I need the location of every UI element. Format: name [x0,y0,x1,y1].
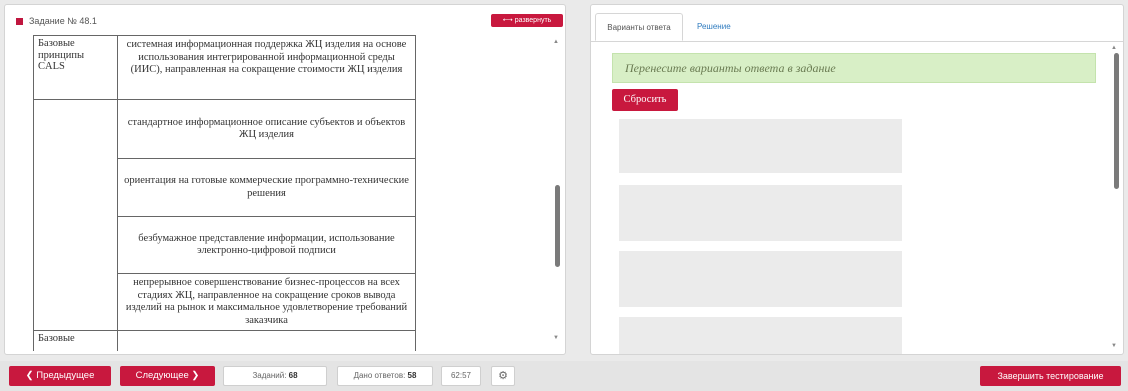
table-cell-category [33,273,118,331]
scroll-up-icon[interactable]: ▲ [1111,45,1117,51]
table-cell-category [33,216,118,274]
previous-button-label: Предыдущее [36,370,95,381]
tasks-counter-value: 68 [288,371,298,380]
answers-counter: Дано ответов: 58 [337,366,433,386]
next-button-label: Следующее [135,370,189,381]
task-header: Задание № 48.1 ⟷ развернуть [5,5,565,33]
table-cell-category: Базовые [33,330,118,351]
table-cell-category [33,99,118,159]
task-table: Базовые принципы CALS системная информац… [33,35,416,351]
table-row: непрерывное совершенствование бизнес-про… [33,273,416,331]
tasks-counter: Заданий: 68 [223,366,327,386]
answer-option-slot[interactable] [619,251,902,307]
chevron-left-icon: ❮ [25,370,37,381]
answer-scrollbar-thumb[interactable] [1114,53,1119,189]
scroll-down-icon[interactable]: ▼ [1111,343,1117,349]
table-cell-category [33,158,118,217]
answer-option-slot[interactable] [619,119,902,173]
table-cell-description: непрерывное совершенствование бизнес-про… [117,273,416,331]
timer: 62:57 [441,366,481,386]
expand-button[interactable]: ⟷ развернуть [491,14,563,27]
answer-panel: Варианты ответа Решение Перенесите вариа… [590,4,1124,355]
table-row: безбумажное представление информации, ис… [33,216,416,274]
table-row: стандартное информационное описание субъ… [33,99,416,159]
expand-button-label: развернуть [514,17,552,24]
scroll-down-icon[interactable]: ▼ [553,335,559,341]
bottom-navigation-bar: ❮ Предыдущее Следующее ❯ Заданий: 68 Дан… [0,361,1128,391]
previous-button[interactable]: ❮ Предыдущее [9,366,111,386]
tab-solution[interactable]: Решение [687,13,741,41]
answer-tabs: Варианты ответа Решение [591,5,1123,42]
expand-arrows-icon: ⟷ [502,17,513,24]
next-button[interactable]: Следующее ❯ [120,366,215,386]
gear-icon[interactable]: ⚙ [491,366,515,386]
task-title: Задание № 48.1 [29,16,97,26]
answers-counter-value: 58 [407,371,417,380]
answer-option-slot[interactable] [619,317,902,354]
table-cell-category: Базовые принципы CALS [33,35,118,100]
instruction-notice: Перенесите варианты ответа в задание [612,53,1096,83]
tab-answer-options[interactable]: Варианты ответа [595,13,683,41]
table-row: ориентация на готовые коммерческие прогр… [33,158,416,217]
reset-button[interactable]: Сбросить [612,89,678,111]
tasks-counter-label: Заданий: [252,371,287,380]
table-row: Базовые [33,330,416,351]
table-cell-description: ориентация на готовые коммерческие прогр… [117,158,416,217]
task-panel: Задание № 48.1 ⟷ развернуть Базовые принц… [4,4,566,355]
answers-counter-label: Дано ответов: [353,371,406,380]
table-cell-description: системная информационная поддержка ЖЦ из… [117,35,416,100]
table-cell-description [117,330,416,351]
task-scrollbar-thumb[interactable] [555,185,560,267]
table-row: Базовые принципы CALS системная информац… [33,35,416,100]
scroll-up-icon[interactable]: ▲ [553,39,559,45]
finish-test-button[interactable]: Завершить тестирование [980,366,1121,386]
table-cell-description: стандартное информационное описание субъ… [117,99,416,159]
table-cell-description: безбумажное представление информации, ис… [117,216,416,274]
task-table-area: Базовые принципы CALS системная информац… [33,35,543,351]
chevron-right-icon: ❯ [188,370,200,381]
answer-option-slot[interactable] [619,185,902,241]
square-marker-icon [16,18,23,25]
